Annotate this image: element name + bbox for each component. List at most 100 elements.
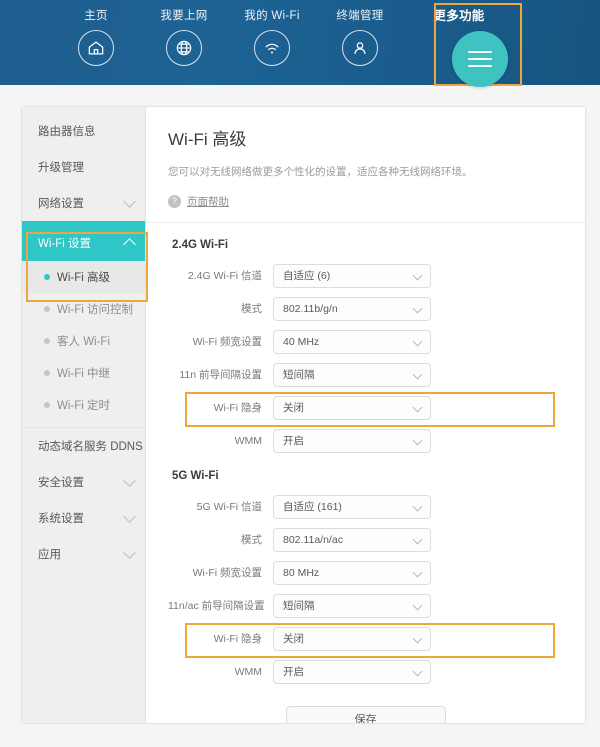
sidebar-item-label: 应用 [38, 546, 61, 562]
bullet-dot-icon [44, 306, 50, 312]
select-value: 802.11a/n/ac [283, 534, 343, 546]
page-help-label: 页面帮助 [187, 194, 229, 209]
chevron-down-icon [413, 270, 423, 280]
nav-item-label: 我要上网 [160, 9, 207, 23]
sidebar-item-label: 升级管理 [38, 159, 84, 175]
section-title-5g: 5G Wi-Fi [172, 470, 563, 482]
chevron-down-icon [123, 474, 136, 487]
field-5g-mode: 模式 802.11a/n/ac [168, 525, 563, 554]
top-navigation-bar: 主页 我要上网 我的 Wi-Fi [0, 0, 600, 85]
more-functions-button[interactable] [452, 31, 508, 87]
field-label: 模式 [168, 301, 273, 316]
sidebar-item-ddns[interactable]: 动态域名服务 DDNS [22, 428, 145, 464]
chevron-down-icon [413, 666, 423, 676]
page-body: 路由器信息 升级管理 网络设置 Wi-Fi 设置 Wi-Fi 高级 [0, 85, 600, 747]
sidebar-subitem-label: Wi-Fi 高级 [57, 269, 110, 285]
sidebar-item-wifi-settings[interactable]: Wi-Fi 设置 [22, 225, 145, 261]
sidebar-item-router-info[interactable]: 路由器信息 [22, 113, 145, 149]
sidebar-item-security-settings[interactable]: 安全设置 [22, 464, 145, 500]
settings-form: 2.4G Wi-Fi 2.4G Wi-Fi 信道 自适应 (6) 模式 802.… [146, 223, 585, 724]
select-24g-bandwidth[interactable]: 40 MHz [273, 330, 431, 354]
sidebar-item-wifi-access-control[interactable]: Wi-Fi 访问控制 [22, 293, 145, 325]
nav-item-my-wifi[interactable]: 我的 Wi-Fi [228, 9, 316, 66]
select-24g-guard-interval[interactable]: 短间隔 [273, 363, 431, 387]
select-5g-bandwidth[interactable]: 80 MHz [273, 561, 431, 585]
sidebar-item-upgrade-management[interactable]: 升级管理 [22, 149, 145, 185]
select-5g-wmm[interactable]: 开启 [273, 660, 431, 684]
section-spacer [168, 459, 563, 470]
sidebar-subitem-label: 客人 Wi-Fi [57, 333, 110, 349]
field-label: 11n/ac 前导间隔设置 [168, 598, 273, 613]
field-label: 2.4G Wi-Fi 信道 [168, 268, 273, 283]
sidebar-subitem-label: Wi-Fi 定时 [57, 397, 110, 413]
nav-item-home[interactable]: 主页 [52, 9, 140, 66]
select-5g-ssid-hide[interactable]: 关闭 [273, 627, 431, 651]
nav-item-label: 主页 [84, 9, 108, 23]
sidebar-item-network-settings[interactable]: 网络设置 [22, 185, 145, 221]
field-label: Wi-Fi 隐身 [168, 631, 273, 646]
nav-item-label: 更多功能 [433, 9, 484, 23]
nav-item-label: 终端管理 [336, 9, 383, 23]
sidebar-item-system-settings[interactable]: 系统设置 [22, 500, 145, 536]
bullet-dot-icon [44, 338, 50, 344]
sidebar-item-applications[interactable]: 应用 [22, 536, 145, 572]
select-5g-channel[interactable]: 自适应 (161) [273, 495, 431, 519]
field-5g-bandwidth: Wi-Fi 频宽设置 80 MHz [168, 558, 563, 587]
home-icon [78, 30, 114, 66]
nav-item-label: 我的 Wi-Fi [244, 9, 299, 23]
select-value: 开启 [283, 433, 304, 448]
field-5g-guard-interval: 11n/ac 前导间隔设置 短间隔 [168, 591, 563, 620]
sidebar-item-wifi-repeater[interactable]: Wi-Fi 中继 [22, 357, 145, 389]
sidebar-item-guest-wifi[interactable]: 客人 Wi-Fi [22, 325, 145, 357]
field-24g-guard-interval: 11n 前导间隔设置 短间隔 [168, 360, 563, 389]
active-dot-icon [44, 274, 50, 280]
nav-item-internet[interactable]: 我要上网 [140, 9, 228, 66]
select-value: 802.11b/g/n [283, 303, 338, 315]
chevron-down-icon [413, 402, 423, 412]
page-title: Wi-Fi 高级 [168, 125, 563, 150]
sidebar-subitem-label: Wi-Fi 中继 [57, 365, 110, 381]
section-title-24g: 2.4G Wi-Fi [172, 239, 563, 251]
chevron-down-icon [413, 501, 423, 511]
select-5g-mode[interactable]: 802.11a/n/ac [273, 528, 431, 552]
field-label: Wi-Fi 频宽设置 [168, 334, 273, 349]
sidebar-item-wifi-schedule[interactable]: Wi-Fi 定时 [22, 389, 145, 421]
select-24g-channel[interactable]: 自适应 (6) [273, 264, 431, 288]
page-help-link[interactable]: ? 页面帮助 [168, 194, 563, 209]
chevron-down-icon [413, 600, 423, 610]
field-label: WMM [168, 435, 273, 447]
sidebar-item-wifi-advanced[interactable]: Wi-Fi 高级 [22, 261, 145, 293]
save-button[interactable]: 保存 [286, 706, 446, 724]
chevron-down-icon [413, 369, 423, 379]
select-24g-ssid-hide[interactable]: 关闭 [273, 396, 431, 420]
field-24g-ssid-hide: Wi-Fi 隐身 关闭 [168, 393, 563, 422]
bullet-dot-icon [44, 370, 50, 376]
select-value: 短间隔 [283, 367, 315, 382]
select-24g-mode[interactable]: 802.11b/g/n [273, 297, 431, 321]
field-label: 5G Wi-Fi 信道 [168, 499, 273, 514]
select-value: 自适应 (161) [283, 499, 342, 514]
field-24g-bandwidth: Wi-Fi 频宽设置 40 MHz [168, 327, 563, 356]
select-value: 关闭 [283, 631, 304, 646]
chevron-down-icon [413, 633, 423, 643]
chevron-down-icon [123, 195, 136, 208]
wifi-icon [254, 30, 290, 66]
field-24g-wmm: WMM 开启 [168, 426, 563, 455]
select-value: 80 MHz [283, 567, 319, 579]
select-5g-guard-interval[interactable]: 短间隔 [273, 594, 431, 618]
chevron-down-icon [123, 546, 136, 559]
select-24g-wmm[interactable]: 开启 [273, 429, 431, 453]
field-label: WMM [168, 666, 273, 678]
field-5g-wmm: WMM 开启 [168, 657, 563, 686]
field-label: 11n 前导间隔设置 [168, 367, 273, 382]
sidebar-subitem-label: Wi-Fi 访问控制 [57, 301, 133, 317]
chevron-down-icon [123, 510, 136, 523]
chevron-down-icon [413, 534, 423, 544]
field-label: Wi-Fi 频宽设置 [168, 565, 273, 580]
content-header: Wi-Fi 高级 您可以对无线网络做更多个性化的设置，适应各种无线网络环境。 ?… [146, 107, 585, 223]
sidebar-item-label: 动态域名服务 DDNS [38, 438, 143, 454]
select-value: 短间隔 [283, 598, 315, 613]
sidebar-item-label: 安全设置 [38, 474, 84, 490]
nav-item-device-management[interactable]: 终端管理 [316, 9, 404, 66]
sidebar-item-label: 系统设置 [38, 510, 84, 526]
